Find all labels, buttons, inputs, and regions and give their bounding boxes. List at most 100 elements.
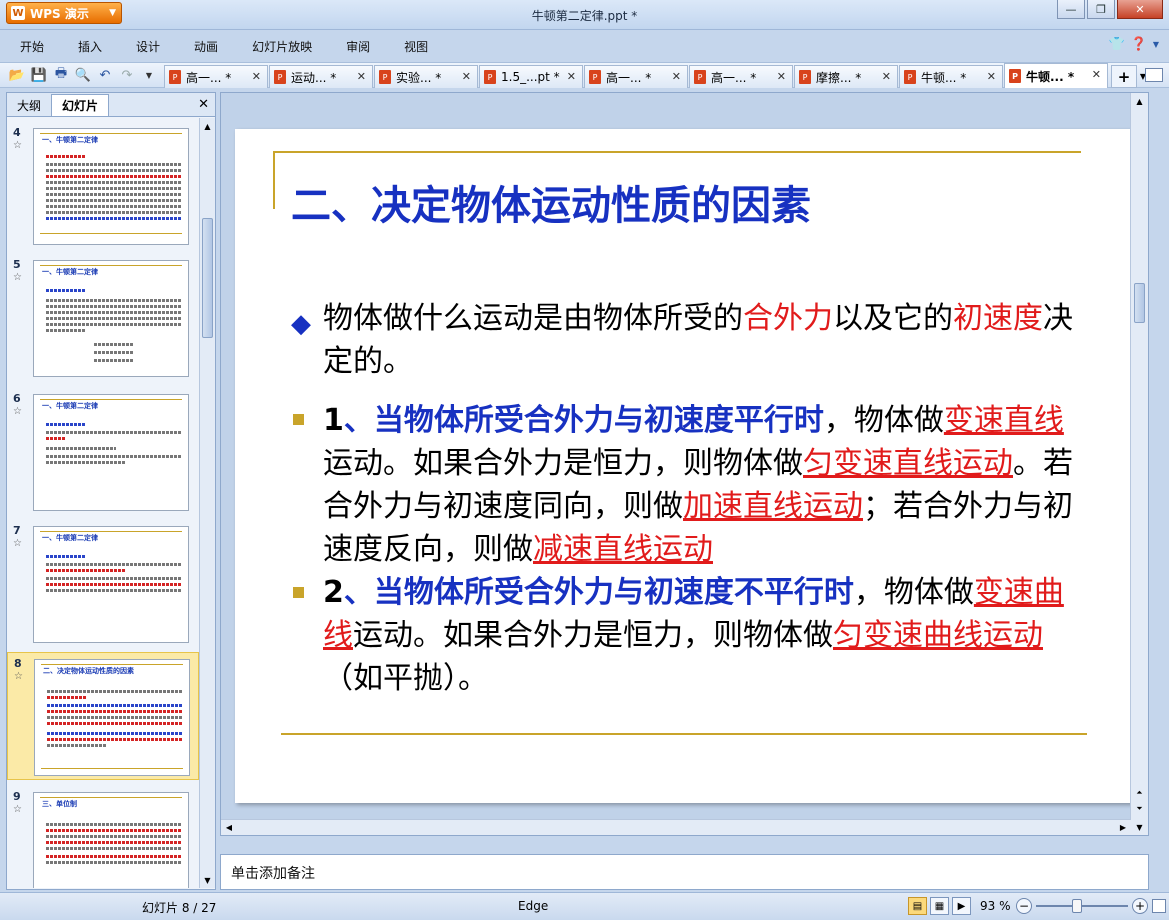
- text-run: 、当物体所受合外力与初速度不平行时: [343, 575, 854, 610]
- text-run: 加速直线运动: [683, 489, 863, 524]
- zoom-in-button[interactable]: +: [1132, 898, 1148, 914]
- close-icon[interactable]: ✕: [777, 70, 786, 83]
- redo-icon[interactable]: ↷: [118, 66, 136, 84]
- doc-tab[interactable]: P 高一... * ✕: [689, 65, 793, 88]
- slide-preview-title: 三、单位制: [42, 800, 77, 808]
- new-tab-button[interactable]: +: [1111, 65, 1137, 88]
- maximize-button[interactable]: ❐: [1087, 0, 1115, 19]
- menu-design[interactable]: 设计: [116, 38, 174, 55]
- close-icon[interactable]: ✕: [252, 70, 261, 83]
- close-icon[interactable]: ✕: [567, 70, 576, 83]
- doc-tab-label: 牛顿... *: [921, 70, 967, 85]
- editor-vertical-scrollbar[interactable]: ▲ ⏶ ⏷ ▼: [1130, 93, 1148, 835]
- doc-tab[interactable]: P 运动... * ✕: [269, 65, 373, 88]
- zoom-level[interactable]: 93 %: [980, 899, 1011, 913]
- animation-star-icon: ☆: [14, 671, 23, 682]
- open-icon[interactable]: 📂: [8, 66, 26, 84]
- slide-number: 4: [13, 126, 21, 139]
- slide-thumbnail[interactable]: 5 ☆ 一、牛顿第二定律: [7, 254, 199, 382]
- doc-tab[interactable]: P 牛顿... * ✕: [899, 65, 1003, 88]
- menu-insert[interactable]: 插入: [58, 38, 116, 55]
- slide-sorter-view-icon[interactable]: ▦: [930, 897, 949, 915]
- slide-thumbnail[interactable]: 6 ☆ 一、牛顿第二定律: [7, 388, 199, 516]
- close-icon[interactable]: ✕: [987, 70, 996, 83]
- print-icon[interactable]: 🖶: [52, 66, 70, 84]
- slide-thumbnail[interactable]: 7 ☆ 一、牛顿第二定律: [7, 520, 199, 648]
- doc-tab[interactable]: P 高一... * ✕: [584, 65, 688, 88]
- doc-tab-active[interactable]: P 牛顿... * ✕: [1004, 63, 1108, 88]
- doc-tab[interactable]: P 1.5_...pt * ✕: [479, 65, 583, 88]
- skin-icon[interactable]: 👕: [1108, 37, 1124, 52]
- notes-field[interactable]: 单击添加备注: [220, 854, 1149, 890]
- scroll-right-icon[interactable]: ▶: [1115, 820, 1131, 835]
- animation-star-icon: ☆: [13, 272, 22, 283]
- slide-thumbnail[interactable]: 9 ☆ 三、单位制: [7, 786, 199, 888]
- customize-toolbar-icon[interactable]: ▼: [140, 66, 158, 84]
- text-run: 1: [323, 403, 344, 438]
- slide-indicator: 幻灯片 8 / 27: [142, 901, 217, 915]
- close-icon[interactable]: ✕: [357, 70, 366, 83]
- save-icon[interactable]: 💾: [30, 66, 48, 84]
- content-paragraph[interactable]: 1、当物体所受合外力与初速度平行时，物体做变速直线运动。如果合外力是恒力，则物体…: [323, 399, 1075, 571]
- close-window-button[interactable]: ✕: [1117, 0, 1163, 19]
- menu-start[interactable]: 开始: [0, 38, 58, 55]
- close-icon[interactable]: ✕: [462, 70, 471, 83]
- slideshow-view-icon[interactable]: ▶: [952, 897, 971, 915]
- window-title: 牛顿第二定律.ppt *: [531, 9, 638, 23]
- scrollbar-thumb[interactable]: [1134, 283, 1145, 323]
- scrollbar-thumb[interactable]: [202, 218, 213, 338]
- window-layout-icon[interactable]: [1145, 68, 1163, 82]
- slide-thumbnail-selected[interactable]: 8 ☆ 二、决定物体运动性质的因素: [7, 652, 199, 780]
- editor-horizontal-scrollbar[interactable]: ◀ ▶: [221, 819, 1131, 835]
- doc-tab[interactable]: P 高一... * ✕: [164, 65, 268, 88]
- content-paragraph[interactable]: 2、当物体所受合外力与初速度不平行时，物体做变速曲线运动。如果合外力是恒力，则物…: [323, 571, 1075, 700]
- menu-review[interactable]: 审阅: [326, 38, 384, 55]
- text-run: 初速度: [953, 301, 1043, 336]
- text-run: 匀变速直线运动: [803, 446, 1013, 481]
- scroll-left-icon[interactable]: ◀: [221, 820, 237, 835]
- menu-animation[interactable]: 动画: [174, 38, 232, 55]
- undo-icon[interactable]: ↶: [96, 66, 114, 84]
- close-icon[interactable]: ✕: [198, 97, 209, 112]
- slide-thumbnail[interactable]: 4 ☆ 一、牛顿第二定律: [7, 122, 199, 250]
- doc-tab[interactable]: P 实验... * ✕: [374, 65, 478, 88]
- zoom-slider-handle[interactable]: [1072, 899, 1082, 913]
- ppt-file-icon: P: [694, 70, 706, 84]
- scroll-down-icon[interactable]: ▼: [200, 872, 215, 888]
- slide-title[interactable]: 二、决定物体运动性质的因素: [291, 173, 811, 231]
- next-slide-icon[interactable]: ⏷: [1131, 801, 1148, 817]
- slides-panel: 大纲 幻灯片 ✕ 4 ☆ 一、牛顿第二定律 5 ☆ 一、牛顿第二定律 6 ☆ 一…: [6, 92, 216, 890]
- close-icon[interactable]: ✕: [1092, 68, 1101, 81]
- scroll-up-icon[interactable]: ▲: [200, 118, 215, 134]
- text-run: 以及它的: [833, 301, 953, 336]
- text-run: （如平抛）。: [323, 661, 488, 696]
- minimize-button[interactable]: —: [1057, 0, 1085, 19]
- zoom-out-button[interactable]: −: [1016, 898, 1032, 914]
- normal-view-icon[interactable]: ▤: [908, 897, 927, 915]
- thumbnail-scrollbar[interactable]: ▲ ▼: [199, 118, 215, 888]
- scroll-down-icon[interactable]: ▼: [1131, 819, 1148, 835]
- content-paragraph[interactable]: 物体做什么运动是由物体所受的合外力以及它的初速度决定的。: [323, 297, 1075, 383]
- tab-slides[interactable]: 幻灯片: [51, 94, 109, 116]
- print-preview-icon[interactable]: 🔍: [74, 66, 92, 84]
- chevron-down-icon[interactable]: ▼: [1153, 40, 1159, 49]
- menu-view[interactable]: 视图: [384, 38, 442, 55]
- quick-access-toolbar: 📂 💾 🖶 🔍 ↶ ↷ ▼: [0, 66, 164, 84]
- doc-tab-label: 高一... *: [711, 70, 757, 85]
- help-icon[interactable]: ❓: [1131, 37, 1147, 52]
- menu-slideshow[interactable]: 幻灯片放映: [232, 38, 326, 55]
- ppt-file-icon: P: [1009, 69, 1021, 83]
- zoom-slider[interactable]: [1036, 905, 1128, 907]
- fit-window-icon[interactable]: [1152, 899, 1166, 913]
- close-icon[interactable]: ✕: [672, 70, 681, 83]
- slide-preview-title: 一、牛顿第二定律: [42, 136, 98, 144]
- slide-preview-title: 一、牛顿第二定律: [42, 534, 98, 542]
- tab-outline[interactable]: 大纲: [7, 94, 51, 116]
- notes-placeholder: 单击添加备注: [231, 866, 315, 882]
- scroll-up-icon[interactable]: ▲: [1131, 93, 1148, 109]
- close-icon[interactable]: ✕: [882, 70, 891, 83]
- slide-canvas[interactable]: 二、决定物体运动性质的因素 ◆ 物体做什么运动是由物体所受的合外力以及它的初速度…: [235, 129, 1133, 803]
- slide-preview-title: 二、决定物体运动性质的因素: [43, 667, 134, 675]
- prev-slide-icon[interactable]: ⏶: [1131, 785, 1148, 801]
- doc-tab[interactable]: P 摩擦... * ✕: [794, 65, 898, 88]
